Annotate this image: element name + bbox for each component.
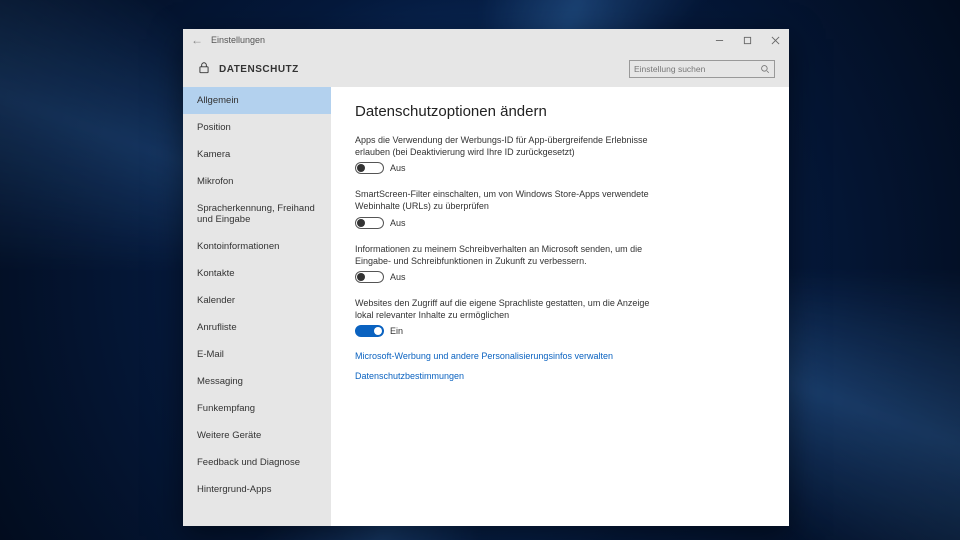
privacy-option-3: Websites den Zugriff auf die eigene Spra… [355,297,655,337]
sidebar-item-4[interactable]: Spracherkennung, Freihand und Eingabe [183,195,331,233]
sidebar-item-12[interactable]: Weitere Geräte [183,422,331,449]
option-description: SmartScreen-Filter einschalten, um von W… [355,188,655,212]
toggle-switch[interactable] [355,217,384,229]
sidebar-item-7[interactable]: Kalender [183,287,331,314]
sidebar-item-9[interactable]: E-Mail [183,341,331,368]
toggle-state-label: Aus [390,163,406,173]
header: DATENSCHUTZ Einstellung suchen [183,51,789,87]
sidebar-item-11[interactable]: Funkempfang [183,395,331,422]
sidebar-item-2[interactable]: Kamera [183,141,331,168]
toggle-state-label: Ein [390,326,403,336]
main-content: Datenschutzoptionen ändern Apps die Verw… [331,87,789,526]
close-button[interactable] [761,29,789,51]
privacy-option-1: SmartScreen-Filter einschalten, um von W… [355,188,655,228]
search-icon [760,64,770,74]
settings-window: ← Einstellungen DATENSCHUTZ Einstellung … [183,29,789,526]
sidebar-item-6[interactable]: Kontakte [183,260,331,287]
titlebar: ← Einstellungen [183,29,789,51]
toggle-switch[interactable] [355,325,384,337]
privacy-option-2: Informationen zu meinem Schreibverhalten… [355,243,655,283]
toggle-switch[interactable] [355,271,384,283]
search-placeholder: Einstellung suchen [634,64,760,74]
search-input[interactable]: Einstellung suchen [629,60,775,78]
sidebar-item-3[interactable]: Mikrofon [183,168,331,195]
privacy-option-0: Apps die Verwendung der Werbungs-ID für … [355,134,655,174]
toggle-switch[interactable] [355,162,384,174]
page-title: Datenschutzoptionen ändern [355,103,765,120]
page-heading: DATENSCHUTZ [219,64,621,75]
privacy-icon [197,61,211,78]
sidebar-item-1[interactable]: Position [183,114,331,141]
option-description: Websites den Zugriff auf die eigene Spra… [355,297,655,321]
toggle-state-label: Aus [390,272,406,282]
sidebar-item-5[interactable]: Kontoinformationen [183,233,331,260]
minimize-button[interactable] [705,29,733,51]
privacy-link-1[interactable]: Datenschutzbestimmungen [355,371,765,381]
sidebar-item-8[interactable]: Anrufliste [183,314,331,341]
option-description: Informationen zu meinem Schreibverhalten… [355,243,655,267]
toggle-state-label: Aus [390,218,406,228]
window-title: Einstellungen [211,35,265,45]
sidebar-item-14[interactable]: Hintergrund-Apps [183,476,331,503]
option-description: Apps die Verwendung der Werbungs-ID für … [355,134,655,158]
privacy-link-0[interactable]: Microsoft-Werbung und andere Personalisi… [355,351,765,361]
maximize-button[interactable] [733,29,761,51]
sidebar-item-0[interactable]: Allgemein [183,87,331,114]
sidebar-item-13[interactable]: Feedback und Diagnose [183,449,331,476]
sidebar-item-10[interactable]: Messaging [183,368,331,395]
back-button[interactable]: ← [183,33,211,47]
sidebar: AllgemeinPositionKameraMikrofonSpracherk… [183,87,331,526]
